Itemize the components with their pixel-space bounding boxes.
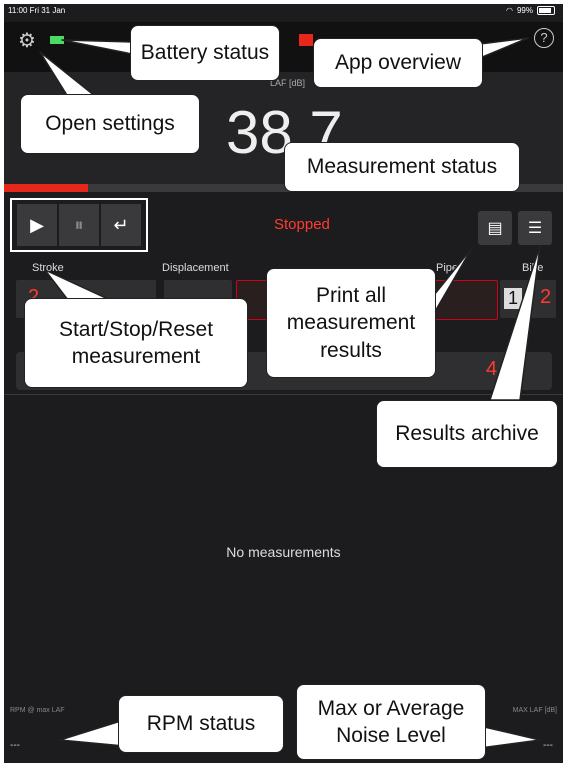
battery-icon [50, 36, 64, 44]
gear-icon[interactable]: ⚙ [18, 28, 36, 53]
measurement-controls: ▶ ⏸ ↵ [10, 198, 148, 252]
archive-icon[interactable]: ☰ [518, 211, 552, 245]
callout-print-all: Print all measurement results [266, 268, 436, 378]
rpm-value: --- [10, 740, 20, 751]
red-marker [299, 34, 313, 46]
progress-fill [4, 184, 88, 192]
clock: 11:00 Fri 31 Jan [8, 6, 66, 15]
callout-battery-status: Battery status [130, 25, 280, 81]
max-laf-label: MAX LAF [dB] [512, 707, 557, 714]
callout-measurement-status: Measurement status [284, 142, 520, 192]
callout-results-archive: Results archive [376, 400, 558, 468]
callout-max-average-noise: Max or Average Noise Level [296, 684, 486, 760]
bike-value: 2 [540, 286, 552, 308]
status-right: ◠ 99% [506, 6, 555, 15]
selector-value: 4 [486, 358, 498, 380]
system-battery-icon [537, 6, 555, 15]
callout-open-settings: Open settings [20, 94, 200, 154]
divider [4, 394, 563, 395]
column-bike: Bike [522, 262, 544, 274]
column-stroke: Stroke [32, 262, 64, 274]
max-laf-value: --- [543, 740, 553, 751]
column-displacement: Displacement [162, 262, 229, 274]
pause-icon[interactable]: ⏸ [59, 204, 99, 246]
play-icon[interactable]: ▶ [17, 204, 57, 246]
callout-rpm-status: RPM status [118, 695, 284, 753]
column-pipe: Pipe [436, 262, 459, 274]
wifi-icon: ◠ [506, 6, 513, 15]
print-icon[interactable]: ▤ [478, 211, 512, 245]
bike-number: 1 [504, 288, 523, 309]
status-bar: 11:00 Fri 31 Jan ◠ 99% [4, 4, 563, 22]
empty-state: No measurements [226, 544, 341, 560]
help-icon[interactable]: ? [534, 28, 554, 48]
measurement-status: Stopped [274, 216, 330, 233]
callout-start-stop-reset: Start/Stop/Reset measurement [24, 298, 248, 388]
reset-icon[interactable]: ↵ [101, 204, 141, 246]
rpm-label: RPM @ max LAF [10, 707, 65, 714]
battery-percent: 99% [516, 6, 533, 15]
callout-app-overview: App overview [313, 38, 483, 88]
